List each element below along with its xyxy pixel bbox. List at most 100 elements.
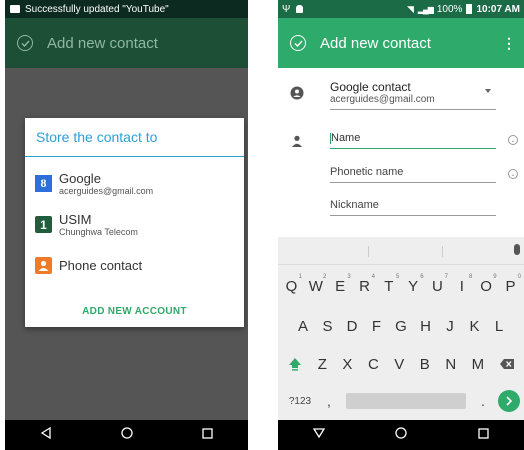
keyboard-key[interactable]: P0 bbox=[499, 274, 522, 295]
suggestion-divider bbox=[442, 246, 443, 257]
account-circle-icon bbox=[290, 86, 304, 105]
keyboard-key[interactable]: G bbox=[390, 318, 412, 335]
account-name: USIM bbox=[59, 211, 92, 227]
home-icon[interactable] bbox=[395, 426, 408, 444]
phonetic-row: Phonetic name ⌄ bbox=[278, 166, 524, 188]
key-label: W bbox=[308, 277, 323, 295]
name-field[interactable]: Name bbox=[330, 132, 496, 149]
account-option-google[interactable]: 8 Google acerguides@gmail.com bbox=[25, 165, 244, 202]
keyboard-key[interactable]: T5 bbox=[377, 274, 400, 295]
expand-more-icon[interactable]: ⌄ bbox=[508, 135, 518, 145]
account-option-usim[interactable]: 1 USIM Chunghwa Telecom bbox=[25, 206, 244, 243]
right-phone-screen: Ψ ◥ ▂▄▆ 100% 10:07 AM Add new contact ⋮ … bbox=[278, 0, 524, 450]
key-hint: 3 bbox=[347, 273, 351, 280]
keyboard-key[interactable]: I8 bbox=[450, 274, 473, 295]
phonetic-name-field[interactable]: Phonetic name bbox=[330, 166, 496, 183]
keyboard-key[interactable]: H bbox=[415, 318, 437, 335]
keyboard-row-3: ZXCVBNM bbox=[278, 347, 524, 381]
nav-bar bbox=[278, 420, 524, 450]
person-icon bbox=[290, 134, 304, 152]
key-label: I bbox=[459, 277, 464, 295]
page-title: Add new contact bbox=[47, 34, 158, 52]
keyboard-key[interactable]: L bbox=[488, 318, 510, 335]
recents-icon[interactable] bbox=[478, 426, 489, 444]
key-label: U bbox=[432, 277, 443, 295]
keyboard-key[interactable]: D bbox=[341, 318, 363, 335]
backspace-key[interactable] bbox=[492, 358, 522, 370]
keyboard-key[interactable]: K bbox=[464, 318, 486, 335]
app-bar: Add new contact ⋮ bbox=[278, 18, 524, 68]
recents-icon[interactable] bbox=[202, 426, 213, 444]
period-key[interactable]: . bbox=[472, 393, 494, 409]
keyboard-key[interactable]: V bbox=[394, 356, 404, 373]
space-key[interactable] bbox=[346, 393, 466, 409]
microphone-icon[interactable] bbox=[514, 244, 520, 255]
keyboard-row-2: ASDFGHJKL bbox=[278, 309, 524, 343]
keyboard-row-4: ?123 , . bbox=[278, 385, 524, 417]
usb-icon: Ψ bbox=[282, 3, 291, 15]
shift-key[interactable] bbox=[280, 357, 310, 371]
keyboard-key[interactable]: C bbox=[368, 356, 379, 373]
keyboard-key[interactable]: N bbox=[445, 356, 456, 373]
key-label: S bbox=[322, 317, 333, 335]
symbols-key[interactable]: ?123 bbox=[282, 396, 318, 407]
key-label: C bbox=[367, 355, 379, 373]
keyboard-key[interactable]: X bbox=[342, 356, 352, 373]
account-carrier: Chunghwa Telecom bbox=[59, 226, 138, 237]
keyboard-key[interactable]: O9 bbox=[475, 274, 498, 295]
keyboard-key[interactable]: J bbox=[439, 318, 461, 335]
keyboard-key[interactable]: U7 bbox=[426, 274, 449, 295]
key-hint: 7 bbox=[444, 273, 448, 280]
keyboard-key[interactable]: M bbox=[472, 356, 485, 373]
nickname-row: Nickname bbox=[278, 199, 524, 221]
keyboard-key[interactable]: R4 bbox=[353, 274, 376, 295]
signal-icon: ▂▄▆ bbox=[417, 4, 434, 14]
expand-more-icon[interactable]: ⌄ bbox=[508, 169, 518, 179]
status-bar: Ψ ◥ ▂▄▆ 100% 10:07 AM bbox=[278, 0, 524, 18]
keyboard-key[interactable]: Z bbox=[318, 356, 327, 373]
keyboard-key[interactable]: F bbox=[366, 318, 388, 335]
account-email: acerguides@gmail.com bbox=[330, 94, 435, 105]
name-row: Name ⌄ bbox=[278, 132, 524, 154]
suggestion-divider bbox=[368, 246, 369, 257]
dropdown-arrow-icon[interactable] bbox=[485, 89, 491, 93]
key-label: M bbox=[471, 355, 485, 373]
comma-key[interactable]: , bbox=[318, 393, 340, 409]
keyboard-key[interactable]: Q1 bbox=[280, 274, 303, 295]
account-option-phone[interactable]: Phone contact bbox=[25, 247, 244, 284]
phonetic-placeholder: Phonetic name bbox=[330, 166, 404, 178]
keyboard-key[interactable]: A bbox=[292, 318, 314, 335]
back-icon[interactable] bbox=[312, 426, 326, 444]
keyboard-key[interactable]: S bbox=[317, 318, 339, 335]
key-label: J bbox=[446, 317, 454, 335]
key-hint: 9 bbox=[493, 273, 497, 280]
key-label: O bbox=[480, 277, 492, 295]
key-label: K bbox=[469, 317, 480, 335]
add-new-account-button[interactable]: ADD NEW ACCOUNT bbox=[25, 306, 244, 317]
name-placeholder: Name bbox=[331, 132, 361, 144]
account-name: Google contact bbox=[330, 80, 411, 94]
keyboard-key[interactable]: B bbox=[420, 356, 430, 373]
key-hint: 1 bbox=[298, 273, 302, 280]
keyboard-key[interactable]: W2 bbox=[304, 274, 327, 295]
back-icon[interactable] bbox=[40, 426, 52, 444]
keyboard-key[interactable]: Y6 bbox=[402, 274, 425, 295]
page-title: Add new contact bbox=[320, 34, 431, 52]
save-check-icon[interactable] bbox=[290, 35, 306, 51]
status-bar: Successfully updated "YouTube" bbox=[5, 0, 248, 18]
key-label: B bbox=[419, 355, 430, 373]
keyboard-row-1: Q1W2E3R4T5Y6U7I8O9P0 bbox=[278, 269, 524, 303]
key-label: E bbox=[335, 277, 346, 295]
enter-key[interactable] bbox=[498, 390, 520, 412]
home-icon[interactable] bbox=[121, 426, 133, 444]
battery-percent: 100% bbox=[436, 3, 463, 15]
key-hint: 8 bbox=[468, 273, 473, 280]
nickname-field[interactable]: Nickname bbox=[330, 199, 496, 216]
left-phone-screen: Successfully updated "YouTube" Add new c… bbox=[5, 0, 248, 450]
account-selector[interactable]: Google contact acerguides@gmail.com bbox=[278, 80, 524, 110]
google-icon: 8 bbox=[35, 175, 52, 192]
check-icon[interactable] bbox=[17, 35, 33, 51]
keyboard-key[interactable]: E3 bbox=[329, 274, 352, 295]
more-options-icon[interactable]: ⋮ bbox=[502, 36, 516, 50]
key-hint: 0 bbox=[517, 273, 521, 280]
